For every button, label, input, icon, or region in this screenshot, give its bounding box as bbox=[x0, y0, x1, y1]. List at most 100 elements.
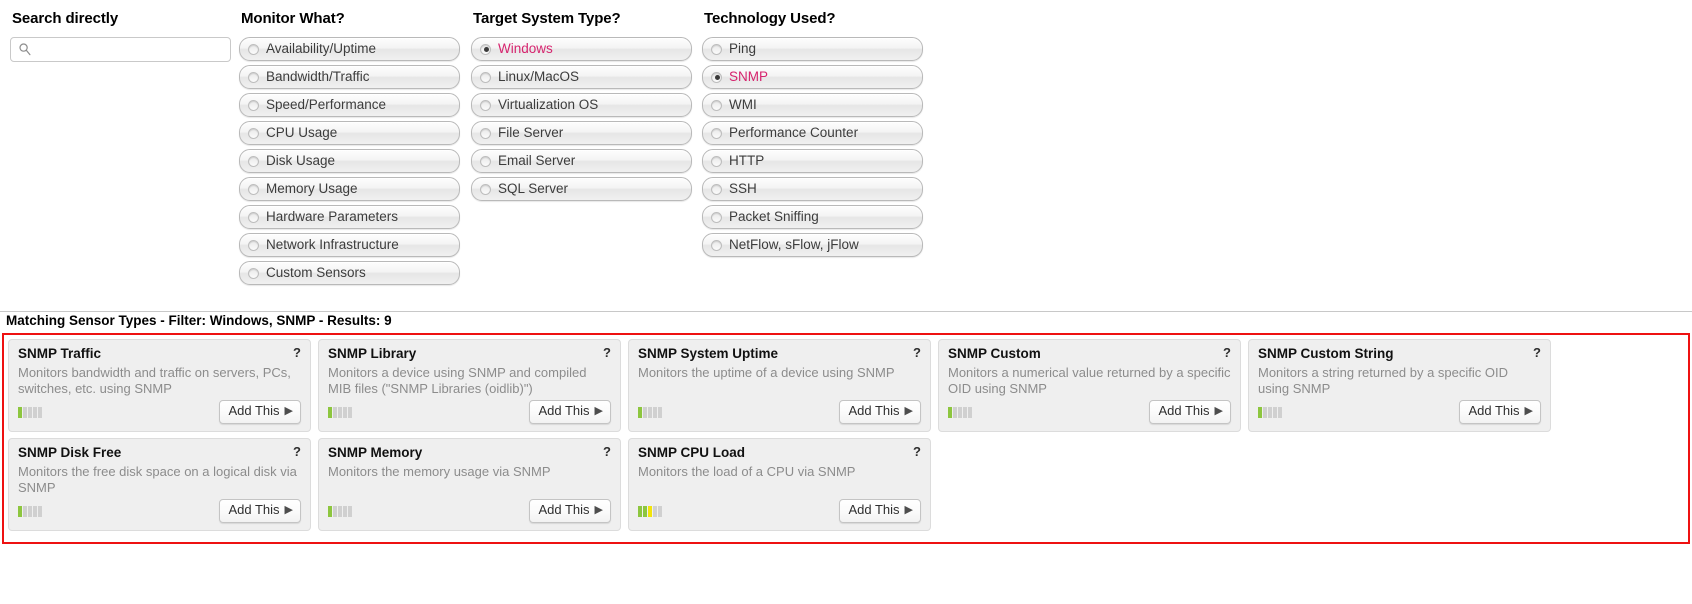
add-this-button[interactable]: Add This ▶ bbox=[1459, 400, 1541, 424]
filter-option-snmp[interactable]: SNMP bbox=[702, 65, 923, 89]
add-this-button[interactable]: Add This ▶ bbox=[219, 400, 301, 424]
help-icon[interactable]: ? bbox=[293, 345, 301, 361]
radio-unselected-icon[interactable] bbox=[248, 211, 259, 223]
sensor-card-title: SNMP Custom bbox=[948, 346, 1041, 361]
help-icon[interactable]: ? bbox=[603, 345, 611, 361]
filter-option-speed-performance[interactable]: Speed/Performance bbox=[239, 93, 460, 117]
radio-unselected-icon[interactable] bbox=[248, 43, 259, 55]
radio-unselected-icon[interactable] bbox=[248, 155, 259, 167]
add-this-button[interactable]: Add This ▶ bbox=[1149, 400, 1231, 424]
radio-unselected-icon[interactable] bbox=[711, 43, 722, 55]
filter-option-availability-uptime[interactable]: Availability/Uptime bbox=[239, 37, 460, 61]
sensor-card[interactable]: SNMP Custom String? Monitors a string ret… bbox=[1248, 339, 1551, 432]
radio-unselected-icon[interactable] bbox=[711, 155, 722, 167]
sensor-card-title: SNMP System Uptime bbox=[638, 346, 779, 361]
help-icon[interactable]: ? bbox=[1533, 345, 1541, 361]
filter-option-network-infrastructure[interactable]: Network Infrastructure bbox=[239, 233, 460, 257]
radio-selected-icon[interactable] bbox=[711, 71, 722, 83]
help-icon[interactable]: ? bbox=[603, 444, 611, 460]
sensor-card-footer: Add This ▶ bbox=[328, 400, 611, 424]
sensor-rating-bars bbox=[948, 406, 972, 418]
sensor-card-footer: Add This ▶ bbox=[1258, 400, 1541, 424]
filter-option-wmi[interactable]: WMI bbox=[702, 93, 923, 117]
filter-option-label: Memory Usage bbox=[266, 181, 358, 197]
filter-option-sql-server[interactable]: SQL Server bbox=[471, 177, 692, 201]
add-this-button[interactable]: Add This ▶ bbox=[839, 400, 921, 424]
help-icon[interactable]: ? bbox=[913, 444, 921, 460]
rating-bar-segment bbox=[338, 406, 342, 418]
filter-option-file-server[interactable]: File Server bbox=[471, 121, 692, 145]
rating-bar-segment bbox=[348, 505, 352, 517]
filter-option-memory-usage[interactable]: Memory Usage bbox=[239, 177, 460, 201]
rating-bar-segment bbox=[643, 505, 647, 517]
radio-unselected-icon[interactable] bbox=[480, 99, 491, 111]
search-field-wrapper bbox=[10, 37, 231, 62]
filter-option-label: Hardware Parameters bbox=[266, 209, 399, 225]
radio-unselected-icon[interactable] bbox=[248, 71, 259, 83]
sensor-card-description: Monitors bandwidth and traffic on server… bbox=[18, 365, 291, 396]
filter-option-http[interactable]: HTTP bbox=[702, 149, 923, 173]
filter-option-netflow-sflow-jflow[interactable]: NetFlow, sFlow, jFlow bbox=[702, 233, 923, 257]
search-input[interactable] bbox=[10, 37, 231, 62]
filter-option-disk-usage[interactable]: Disk Usage bbox=[239, 149, 460, 173]
sensor-card-description: Monitors the uptime of a device using SN… bbox=[638, 365, 895, 380]
filter-option-packet-sniffing[interactable]: Packet Sniffing bbox=[702, 205, 923, 229]
rating-bar-segment bbox=[28, 406, 32, 418]
add-this-label: Add This bbox=[228, 502, 280, 517]
sensor-card[interactable]: SNMP Memory? Monitors the memory usage vi… bbox=[318, 438, 621, 531]
filter-option-virtualization-os[interactable]: Virtualization OS bbox=[471, 93, 692, 117]
rating-bar-segment bbox=[38, 505, 42, 517]
filter-option-hardware-parameters[interactable]: Hardware Parameters bbox=[239, 205, 460, 229]
add-this-button[interactable]: Add This ▶ bbox=[839, 499, 921, 523]
radio-unselected-icon[interactable] bbox=[711, 211, 722, 223]
filter-option-ssh[interactable]: SSH bbox=[702, 177, 923, 201]
sensor-card-description: Monitors the load of a CPU via SNMP bbox=[638, 464, 856, 479]
filter-option-custom-sensors[interactable]: Custom Sensors bbox=[239, 261, 460, 285]
sensor-card[interactable]: SNMP Library? Monitors a device using SNM… bbox=[318, 339, 621, 432]
radio-unselected-icon[interactable] bbox=[248, 267, 259, 279]
filter-option-label: Linux/MacOS bbox=[498, 69, 580, 85]
add-this-label: Add This bbox=[228, 403, 280, 418]
add-this-button[interactable]: Add This ▶ bbox=[219, 499, 301, 523]
help-icon[interactable]: ? bbox=[293, 444, 301, 460]
radio-unselected-icon[interactable] bbox=[480, 127, 491, 139]
sensor-card[interactable]: SNMP System Uptime? Monitors the uptime o… bbox=[628, 339, 931, 432]
sensor-card[interactable]: SNMP Traffic? Monitors bandwidth and traf… bbox=[8, 339, 311, 432]
radio-unselected-icon[interactable] bbox=[248, 127, 259, 139]
filter-option-performance-counter[interactable]: Performance Counter bbox=[702, 121, 923, 145]
radio-unselected-icon[interactable] bbox=[480, 183, 491, 195]
add-this-button[interactable]: Add This ▶ bbox=[529, 400, 611, 424]
help-icon[interactable]: ? bbox=[913, 345, 921, 361]
radio-unselected-icon[interactable] bbox=[248, 183, 259, 195]
filter-option-windows[interactable]: Windows bbox=[471, 37, 692, 61]
radio-unselected-icon[interactable] bbox=[480, 71, 491, 83]
play-arrow-icon: ▶ bbox=[284, 405, 293, 417]
filter-option-email-server[interactable]: Email Server bbox=[471, 149, 692, 173]
sensor-card[interactable]: SNMP Disk Free? Monitors the free disk sp… bbox=[8, 438, 311, 531]
radio-unselected-icon[interactable] bbox=[711, 239, 722, 251]
sensor-card-description: Monitors the free disk space on a logica… bbox=[18, 464, 297, 495]
radio-unselected-icon[interactable] bbox=[480, 155, 491, 167]
sensor-card[interactable]: SNMP Custom? Monitors a numerical value r… bbox=[938, 339, 1241, 432]
sensor-card-grid: SNMP Traffic? Monitors bandwidth and traf… bbox=[8, 339, 1684, 537]
radio-unselected-icon[interactable] bbox=[248, 239, 259, 251]
help-icon[interactable]: ? bbox=[1223, 345, 1231, 361]
radio-unselected-icon[interactable] bbox=[248, 99, 259, 111]
rating-bar-segment bbox=[23, 505, 27, 517]
filter-option-ping[interactable]: Ping bbox=[702, 37, 923, 61]
radio-unselected-icon[interactable] bbox=[711, 183, 722, 195]
filter-option-linux-macos[interactable]: Linux/MacOS bbox=[471, 65, 692, 89]
sensor-rating-bars bbox=[1258, 406, 1282, 418]
radio-unselected-icon[interactable] bbox=[711, 99, 722, 111]
rating-bar-segment bbox=[38, 406, 42, 418]
filter-option-cpu-usage[interactable]: CPU Usage bbox=[239, 121, 460, 145]
add-this-button[interactable]: Add This ▶ bbox=[529, 499, 611, 523]
filter-heading-target-system-type: Target System Type? bbox=[473, 10, 621, 27]
sensor-card[interactable]: SNMP CPU Load? Monitors the load of a CPU… bbox=[628, 438, 931, 531]
rating-bar-segment bbox=[658, 505, 662, 517]
filter-column-target-system-type: Target System Type? Windows Linux/MacOS Vi… bbox=[471, 10, 693, 205]
filter-option-bandwidth-traffic[interactable]: Bandwidth/Traffic bbox=[239, 65, 460, 89]
radio-selected-icon[interactable] bbox=[480, 43, 491, 55]
filter-heading-technology-used: Technology Used? bbox=[704, 10, 836, 27]
radio-unselected-icon[interactable] bbox=[711, 127, 722, 139]
